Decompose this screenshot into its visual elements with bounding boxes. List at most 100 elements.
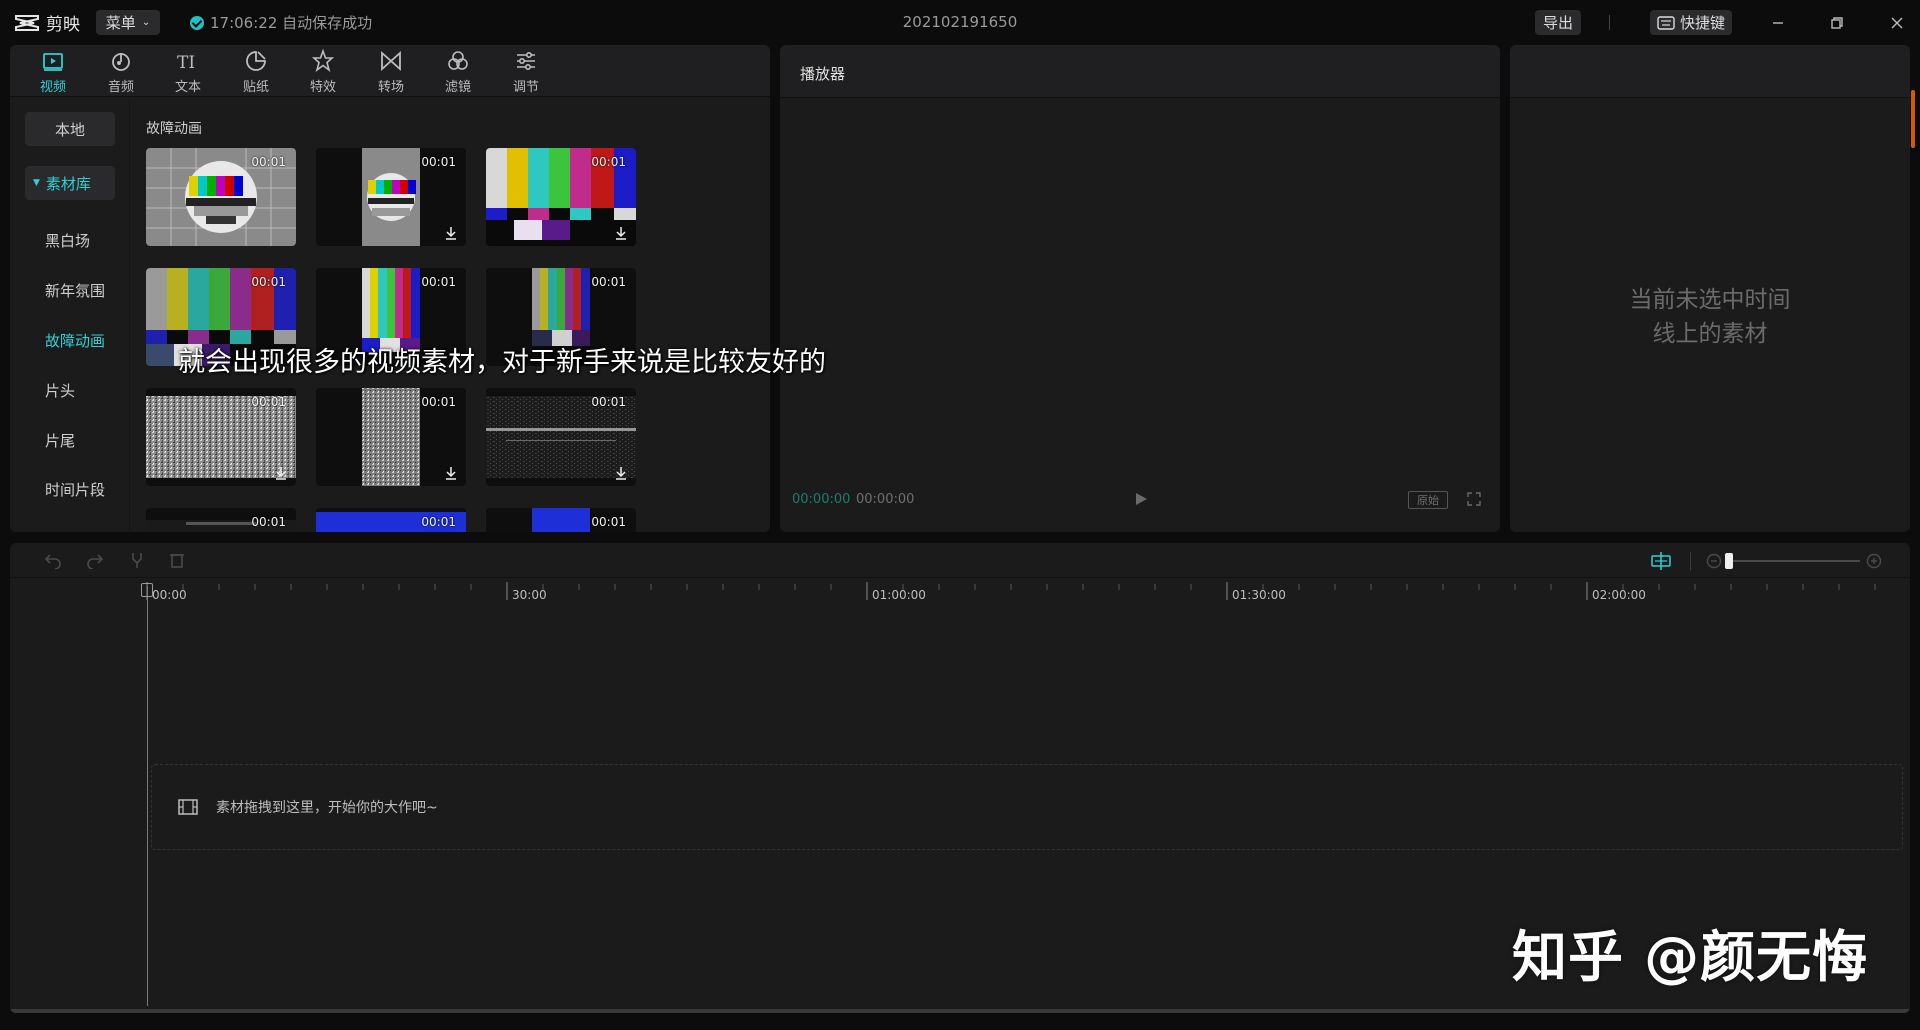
playhead-line[interactable] xyxy=(147,586,148,1006)
chevron-down-icon: ⌄ xyxy=(141,17,151,28)
tab-label: 调节 xyxy=(512,80,539,95)
ratio-button[interactable]: 原始 xyxy=(1408,491,1448,509)
sidebar-item-label: 素材库 xyxy=(45,174,91,193)
tab-video[interactable]: 视频 xyxy=(23,49,83,95)
sidebar-item-time-clip[interactable]: 时间片段 xyxy=(25,472,115,506)
zhihu-watermark: 知乎 @颜无悔 xyxy=(1512,925,1869,989)
clip-duration: 00:01 xyxy=(591,395,626,409)
media-clip[interactable]: 00:01 xyxy=(316,508,466,532)
clip-duration: 00:01 xyxy=(421,155,456,169)
tab-filter[interactable]: 滤镜 xyxy=(428,49,488,95)
tab-text[interactable]: TI 文本 xyxy=(158,49,218,95)
current-timecode: 00:00:00 xyxy=(792,492,851,507)
zoom-in-icon[interactable] xyxy=(1866,553,1882,569)
media-clip[interactable]: 00:01 xyxy=(146,388,296,486)
sidebar-item-black-white[interactable]: 黑白场 xyxy=(25,223,115,257)
video-subtitle: 就会出现很多的视频素材，对于新手来说是比较友好的 xyxy=(178,347,826,378)
tab-label: 视频 xyxy=(39,80,66,95)
undo-icon[interactable] xyxy=(44,551,62,569)
split-icon[interactable] xyxy=(128,551,146,569)
export-button[interactable]: 导出 xyxy=(1535,10,1581,35)
clip-duration: 00:01 xyxy=(251,155,286,169)
download-icon[interactable] xyxy=(614,466,628,480)
effects-icon xyxy=(311,49,335,73)
filter-icon xyxy=(448,51,468,70)
media-clip[interactable]: 00:01 xyxy=(146,148,296,246)
delete-icon[interactable] xyxy=(168,551,186,569)
detail-scrollbar[interactable] xyxy=(1911,90,1915,148)
section-title: 故障动画 xyxy=(146,121,202,137)
check-circle-icon xyxy=(190,15,204,30)
clip-duration: 00:01 xyxy=(251,275,286,289)
tab-adjust[interactable]: 调节 xyxy=(496,49,556,95)
tab-label: 文本 xyxy=(174,80,201,95)
media-clip[interactable]: 00:01 xyxy=(146,508,296,532)
media-clip[interactable]: 00:01 xyxy=(486,148,636,246)
sidebar-item-outro[interactable]: 片尾 xyxy=(25,423,115,457)
tab-effects[interactable]: 特效 xyxy=(293,49,353,95)
restore-button[interactable] xyxy=(1824,10,1850,36)
player-title: 播放器 xyxy=(800,65,846,83)
media-sidebar: 本地 ▼ 素材库 黑白场 新年氛围 故障动画 片头 片尾 时间片段 xyxy=(10,98,130,532)
media-clip[interactable]: 00:01 xyxy=(486,508,636,532)
play-icon[interactable] xyxy=(1133,491,1149,507)
fullscreen-icon[interactable] xyxy=(1466,491,1482,507)
ruler-tick-label: 00:00 xyxy=(152,588,187,602)
download-icon[interactable] xyxy=(614,226,628,240)
media-panel: 视频 音频 TI 文本 贴纸 特效 转场 滤镜 调节 本地 ▼ 素材库 黑白场 … xyxy=(10,45,770,532)
close-icon xyxy=(1891,17,1903,29)
media-clip[interactable]: 00:01 xyxy=(486,388,636,486)
media-clip[interactable]: 00:01 xyxy=(316,148,466,246)
autosave-text: 17:06:22 自动保存成功 xyxy=(210,14,373,32)
divider xyxy=(1690,552,1691,570)
zoom-slider-track[interactable] xyxy=(1728,560,1860,562)
sidebar-item-library[interactable]: ▼ 素材库 xyxy=(25,166,115,200)
close-button[interactable] xyxy=(1884,10,1910,36)
redo-icon[interactable] xyxy=(86,551,104,569)
film-icon xyxy=(178,799,198,815)
download-icon[interactable] xyxy=(274,466,288,480)
timeline-scrollbar[interactable] xyxy=(10,1009,1910,1013)
text-icon: TI xyxy=(177,53,195,73)
menu-label: 菜单 xyxy=(105,14,136,32)
tab-label: 特效 xyxy=(309,80,336,95)
clip-duration: 00:01 xyxy=(591,275,626,289)
video-icon xyxy=(43,53,63,71)
sidebar-item-intro[interactable]: 片头 xyxy=(25,373,115,407)
playhead-handle[interactable] xyxy=(141,583,153,597)
menu-button[interactable]: 菜单 ⌄ xyxy=(96,10,160,35)
zoom-slider-handle[interactable] xyxy=(1725,553,1733,569)
sidebar-item-new-year[interactable]: 新年氛围 xyxy=(25,273,115,307)
empty-selection-message: 当前未选中时间 线上的素材 xyxy=(1510,283,1910,351)
tab-audio[interactable]: 音频 xyxy=(91,49,151,95)
ruler-tick-label: 01:00:00 xyxy=(872,588,926,602)
media-clip[interactable]: 00:01 xyxy=(316,388,466,486)
tab-label: 音频 xyxy=(107,80,134,95)
ruler-tick-label: 02:00:00 xyxy=(1592,588,1646,602)
zoom-out-icon[interactable] xyxy=(1706,553,1722,569)
media-toolbar: 视频 音频 TI 文本 贴纸 特效 转场 滤镜 调节 xyxy=(10,45,770,97)
restore-icon xyxy=(1831,17,1843,29)
total-timecode: 00:00:00 xyxy=(856,492,915,507)
clip-duration: 00:01 xyxy=(251,515,286,529)
drop-hint: 素材拖拽到这里，开始你的大作吧~ xyxy=(216,800,438,816)
download-icon[interactable] xyxy=(444,466,458,480)
shortcut-button[interactable]: 快捷键 xyxy=(1650,10,1732,35)
tab-transition[interactable]: 转场 xyxy=(361,49,421,95)
sidebar-item-local[interactable]: 本地 xyxy=(25,112,115,146)
snap-icon[interactable] xyxy=(1650,551,1672,571)
adjust-icon xyxy=(517,51,535,71)
player-viewport xyxy=(780,99,1500,479)
download-icon[interactable] xyxy=(444,226,458,240)
app-logo: 剪映 xyxy=(14,10,80,35)
ruler-tick-label: 01:30:00 xyxy=(1232,588,1286,602)
tab-sticker[interactable]: 贴纸 xyxy=(226,49,286,95)
tab-label: 转场 xyxy=(377,80,404,95)
track-drop-zone[interactable]: 素材拖拽到这里，开始你的大作吧~ xyxy=(151,764,1903,850)
clip-duration: 00:01 xyxy=(591,515,626,529)
minimize-button[interactable] xyxy=(1765,10,1791,36)
shortcut-label: 快捷键 xyxy=(1679,14,1725,32)
clip-duration: 00:01 xyxy=(421,395,456,409)
sidebar-item-glitch[interactable]: 故障动画 xyxy=(25,323,115,357)
clip-duration: 00:01 xyxy=(591,155,626,169)
